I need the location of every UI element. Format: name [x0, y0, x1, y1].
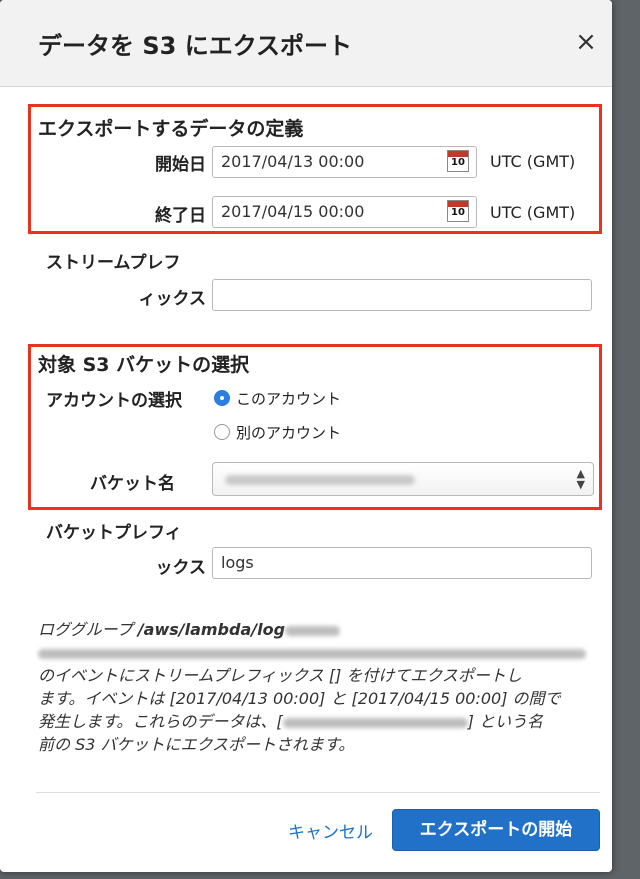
end-date-field[interactable]: 2017/04/15 00:00: [212, 196, 477, 228]
desc-log-group-prefix: ロググループ: [38, 620, 138, 639]
start-date-label: 開始日: [155, 155, 206, 175]
dialog-title: データを S3 にエクスポート: [38, 32, 352, 60]
export-dialog: データを S3 にエクスポート × エクスポートするデータの定義 開始日 201…: [0, 0, 612, 872]
stream-prefix-label-line1: ストリームプレフ: [46, 253, 181, 273]
radio-other-account-label[interactable]: 別のアカウント: [236, 422, 341, 443]
desc-line-5: 発生します。これらのデータは、[ ] という名: [38, 710, 598, 733]
start-date-field[interactable]: 2017/04/13 00:00: [212, 146, 477, 178]
bucket-name-label: バケット名: [90, 474, 175, 494]
desc-line-1: ロググループ /aws/lambda/log: [38, 618, 598, 641]
calendar-icon[interactable]: 10: [447, 200, 469, 222]
bucket-prefix-label-line1: バケットプレフィ: [46, 523, 182, 543]
radio-other-account[interactable]: [214, 424, 230, 440]
close-icon[interactable]: ×: [572, 28, 600, 56]
bucket-prefix-label-line2: ックス: [155, 558, 207, 578]
account-select-label: アカウントの選択: [46, 391, 182, 411]
bucket-section-title: 対象 S3 バケットの選択: [38, 354, 250, 376]
desc-redacted-1: [285, 625, 341, 636]
end-timezone: UTC (GMT): [490, 203, 576, 222]
desc-redacted-2: [38, 648, 586, 659]
stream-prefix-label-line2: ィックス: [138, 289, 207, 309]
cancel-button[interactable]: キャンセル: [288, 818, 373, 843]
select-arrows-icon: ▲ ▼: [576, 467, 585, 491]
start-export-button[interactable]: エクスポートの開始: [392, 809, 600, 851]
radio-this-account[interactable]: [214, 390, 230, 406]
dialog-header: データを S3 にエクスポート ×: [0, 0, 612, 87]
bucket-prefix-input[interactable]: logs: [212, 547, 592, 579]
desc-line-3: のイベントにストリームプレフィックス [] を付けてエクスポートし: [38, 666, 522, 685]
start-timezone: UTC (GMT): [490, 152, 576, 171]
desc-line-2: [38, 641, 598, 664]
desc-line-6: 前の S3 バケットにエクスポートされます。: [38, 735, 355, 754]
radio-this-account-label[interactable]: このアカウント: [236, 388, 341, 409]
desc-redacted-3: [282, 717, 468, 728]
define-data-title: エクスポートするデータの定義: [38, 118, 304, 140]
calendar-icon[interactable]: 10: [447, 150, 469, 172]
stream-prefix-input[interactable]: [212, 279, 592, 311]
desc-line-5-suffix: ] という名: [467, 712, 543, 731]
bucket-name-redacted: [225, 475, 415, 485]
export-description: ロググループ /aws/lambda/log のイベントにストリームプレフィック…: [38, 618, 598, 756]
desc-line-4: ます。イベントは [2017/04/13 00:00] と [2017/04/1…: [38, 689, 561, 708]
footer-divider: [36, 792, 600, 793]
desc-line-5-prefix: 発生します。これらのデータは、[: [38, 712, 283, 731]
end-date-label: 終了日: [155, 206, 206, 226]
desc-log-group: /aws/lambda/log: [137, 620, 286, 639]
bucket-name-select[interactable]: ▲ ▼: [212, 462, 594, 496]
